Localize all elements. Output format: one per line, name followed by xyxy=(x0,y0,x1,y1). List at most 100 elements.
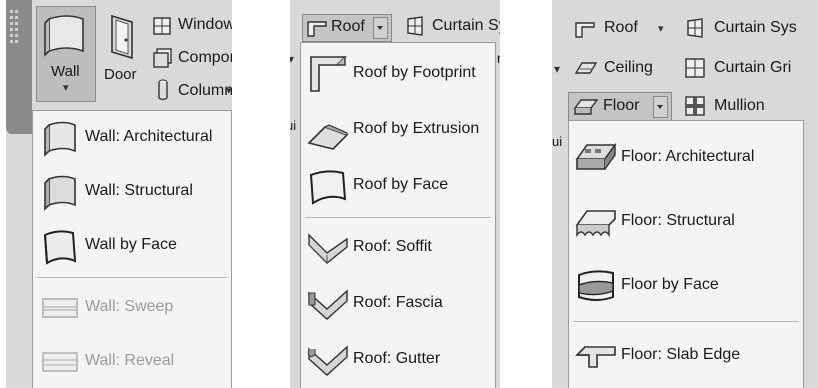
wall-button[interactable]: Wall ▾ xyxy=(36,6,96,102)
menu-item-label: Floor: Structural xyxy=(621,212,735,229)
menu-item-label: Roof by Footprint xyxy=(353,64,476,81)
wall-by-face-icon xyxy=(43,230,77,265)
column-label: Column xyxy=(178,82,232,99)
menu-item-label: Roof by Face xyxy=(353,176,449,193)
wall-icon xyxy=(44,15,84,57)
menu-separator xyxy=(305,217,491,218)
menu-item-wall-architectural[interactable]: Wall: Architectural xyxy=(33,113,231,163)
roof-icon xyxy=(575,22,595,38)
curtain-system-label: Curtain Sys xyxy=(432,17,500,34)
menu-item-floor-slab-edge[interactable]: Floor: Slab Edge xyxy=(569,331,803,383)
floor-icon xyxy=(573,99,599,115)
menu-item-wall-sweep[interactable]: Wall: Sweep xyxy=(33,283,231,333)
roof-dropdown-toggle[interactable] xyxy=(373,17,388,39)
menu-item-label: Wall by Face xyxy=(85,236,177,253)
collapsed-dropdown-arrow[interactable]: ▾ xyxy=(554,62,560,76)
roof-by-face-icon xyxy=(309,170,347,205)
floor-panel: Roof ▾ Curtain Sys ▾ Ceiling Curtain Gri… xyxy=(552,0,818,388)
curtain-system-button[interactable]: Curtain Sys xyxy=(684,16,818,42)
ceiling-icon xyxy=(574,62,598,74)
menu-item-floor-architectural[interactable]: Floor: Architectural xyxy=(569,133,803,185)
menu-item-roof-soffit[interactable]: Roof: Soffit xyxy=(301,223,495,273)
roof-label: Roof xyxy=(604,19,638,36)
menu-item-label: Roof: Fascia xyxy=(353,294,443,311)
menu-item-roof-fascia[interactable]: Roof: Fascia xyxy=(301,279,495,329)
column-icon xyxy=(158,79,168,101)
roof-button[interactable]: Roof ▾ xyxy=(574,16,670,42)
menu-item-label: Wall: Sweep xyxy=(85,298,174,315)
ceiling-button[interactable]: Ceiling xyxy=(574,56,674,82)
curtain-system-label: Curtain Sys xyxy=(714,19,797,36)
menu-item-floor-structural[interactable]: Floor: Structural xyxy=(569,197,803,249)
roof-gutter-icon xyxy=(307,345,348,376)
wall-architectural-icon xyxy=(44,121,76,157)
wall-structural-icon xyxy=(44,175,76,211)
curtain-grid-icon xyxy=(685,58,705,78)
menu-item-floor-by-face[interactable]: Floor by Face xyxy=(569,261,803,313)
wall-dropdown-menu: Wall: Architectural Wall: Structural Wal… xyxy=(32,110,232,388)
door-button[interactable]: Door xyxy=(100,6,146,100)
wall-dropdown-arrow[interactable]: ▾ xyxy=(63,81,69,94)
curtain-grid-label: Curtain Gri xyxy=(714,59,792,76)
menu-item-roof-by-footprint[interactable]: Roof by Footprint xyxy=(301,49,495,99)
curtain-system-button[interactable]: Curtain Sys xyxy=(404,14,500,40)
component-button[interactable]: Compone xyxy=(152,46,232,72)
panel-grip[interactable] xyxy=(6,0,32,134)
floor-slab-edge-icon xyxy=(575,346,616,368)
ui-label-fragment: ui xyxy=(552,134,563,149)
column-button[interactable]: Column ▾ xyxy=(152,78,232,104)
menu-item-label: Roof: Gutter xyxy=(353,350,441,367)
floor-structural-icon xyxy=(575,210,616,238)
menu-item-label: Wall: Architectural xyxy=(85,128,213,145)
roof-icon xyxy=(307,21,327,37)
door-label: Door xyxy=(104,66,137,83)
menu-separator xyxy=(573,321,799,322)
menu-item-roof-gutter[interactable]: Roof: Gutter xyxy=(301,335,495,385)
ceiling-label: Ceiling xyxy=(604,59,653,76)
floor-dropdown-menu: Floor: Architectural Floor: Structural F… xyxy=(568,120,804,388)
menu-item-label: Roof: Soffit xyxy=(353,238,432,255)
menu-item-label: Floor: Architectural xyxy=(621,148,755,165)
ui-label-fragment: ui xyxy=(290,118,297,133)
menu-item-label: Floor: Slab Edge xyxy=(621,346,741,363)
wall-sweep-icon xyxy=(42,298,78,318)
roof-dropdown-menu: Roof by Footprint Roof by Extrusion Roof… xyxy=(300,42,496,388)
menu-item-label: Wall: Structural xyxy=(85,182,193,199)
component-label: Compone xyxy=(178,49,232,66)
menu-item-wall-structural[interactable]: Wall: Structural xyxy=(33,167,231,217)
column-dropdown-arrow[interactable]: ▾ xyxy=(226,84,232,97)
mullion-label: Mullion xyxy=(714,97,765,114)
menu-item-wall-reveal[interactable]: Wall: Reveal xyxy=(33,337,231,387)
floor-label: Floor xyxy=(603,97,640,114)
floor-by-face-icon xyxy=(578,270,614,301)
roof-button[interactable]: Roof xyxy=(302,14,392,42)
roof-dropdown-arrow[interactable]: ▾ xyxy=(658,22,664,35)
window-label: Window xyxy=(178,16,232,33)
wall-panel: Wall ▾ Door Window Compone Column ▾ xyxy=(6,0,232,388)
roof-label: Roof xyxy=(331,18,365,35)
window-icon xyxy=(153,17,171,35)
floor-dropdown-toggle[interactable] xyxy=(653,96,668,118)
curtain-system-icon xyxy=(687,18,703,38)
collapsed-dropdown-arrow[interactable]: ▾ xyxy=(290,52,294,66)
menu-item-wall-by-face[interactable]: Wall by Face xyxy=(33,221,231,271)
menu-item-roof-by-face[interactable]: Roof by Face xyxy=(301,161,495,211)
mullion-icon xyxy=(685,96,705,116)
door-icon xyxy=(111,14,133,60)
mullion-button[interactable]: Mullion xyxy=(684,94,804,120)
roof-panel: ▾ Roof Curtain Sys Gri ui Roof by Footpr… xyxy=(290,0,500,388)
menu-item-roof-by-extrusion[interactable]: Roof by Extrusion xyxy=(301,105,495,155)
wall-reveal-icon xyxy=(42,352,78,372)
curtain-grid-button[interactable]: Curtain Gri xyxy=(684,56,818,82)
roof-by-extrusion-icon xyxy=(307,124,349,150)
floor-architectural-icon xyxy=(575,142,617,170)
floor-button[interactable]: Floor xyxy=(568,92,672,122)
roof-fascia-icon xyxy=(308,289,348,320)
menu-item-label: Roof by Extrusion xyxy=(353,120,480,137)
roof-soffit-icon xyxy=(308,233,348,265)
menu-item-label: Floor by Face xyxy=(621,276,719,293)
menu-separator xyxy=(37,277,227,278)
window-button[interactable]: Window xyxy=(152,14,232,40)
wall-label: Wall xyxy=(51,63,80,80)
component-icon xyxy=(153,48,172,68)
